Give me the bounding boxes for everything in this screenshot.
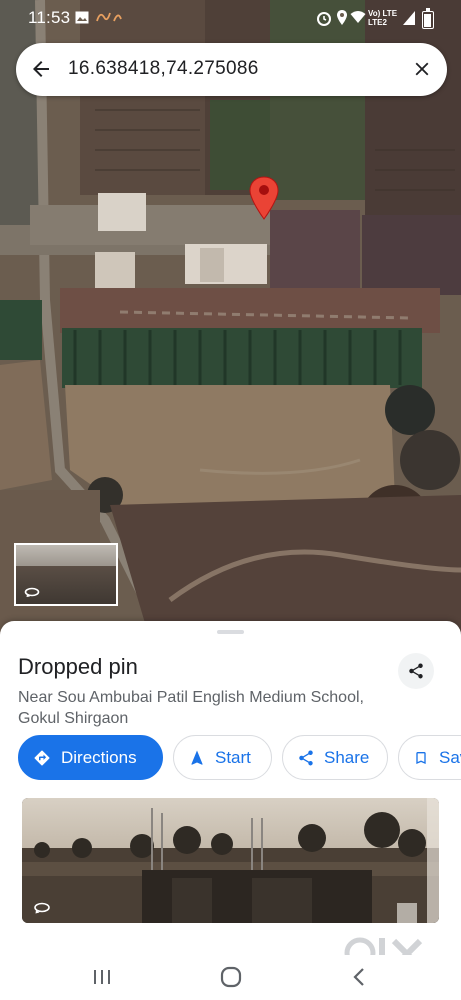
system-nav-bar xyxy=(0,955,461,1000)
place-title: Dropped pin xyxy=(18,654,138,679)
drag-handle[interactable] xyxy=(217,630,244,634)
search-bar[interactable]: 16.638418,74.275086 xyxy=(16,43,447,96)
status-time: 11:53 xyxy=(28,8,71,27)
share-label: Share xyxy=(324,748,370,767)
app-notification-icon xyxy=(96,12,122,22)
street-view-thumbnail[interactable] xyxy=(14,543,118,606)
wifi-icon xyxy=(350,11,366,23)
bookmark-icon xyxy=(416,752,426,764)
thumbnail-sky xyxy=(16,545,116,567)
action-chips: Directions Start Share Save xyxy=(18,735,461,781)
home-icon[interactable] xyxy=(218,964,244,990)
share-icon-button[interactable] xyxy=(398,653,434,689)
search-query[interactable]: 16.638418,74.275086 xyxy=(68,58,259,80)
place-bottom-sheet[interactable]: Dropped pin Near Sou Ambubai Patil Engli… xyxy=(0,621,461,1000)
save-label: Save xyxy=(439,748,461,767)
gallery-icon xyxy=(75,11,89,24)
network-line-1: Vo) LTE xyxy=(368,9,398,18)
place-photo[interactable] xyxy=(22,798,439,923)
location-icon xyxy=(337,10,347,25)
360-rotate-icon xyxy=(24,587,40,597)
arrow-back-icon[interactable] xyxy=(29,57,53,81)
signal-icon xyxy=(403,11,415,25)
place-photo-image xyxy=(22,798,439,923)
map-pin-icon[interactable] xyxy=(246,175,282,221)
network-line-2: LTE2 xyxy=(368,18,387,27)
directions-label: Directions xyxy=(61,748,137,767)
share-button[interactable]: Share xyxy=(282,735,388,780)
start-button[interactable]: Start xyxy=(173,735,272,780)
navigation-arrow-icon xyxy=(191,750,203,765)
alarm-icon xyxy=(317,12,331,26)
status-bar: 11:53 Vo) LTE LTE2 xyxy=(0,0,461,36)
place-address: Near Sou Ambubai Patil English Medium Sc… xyxy=(18,689,364,727)
close-icon[interactable] xyxy=(411,58,433,80)
battery-icon xyxy=(422,8,434,29)
share-icon xyxy=(409,663,423,679)
save-button[interactable]: Save xyxy=(398,735,461,780)
360-rotate-icon xyxy=(34,902,50,914)
share-icon xyxy=(299,750,313,766)
start-label: Start xyxy=(215,748,251,767)
back-icon[interactable] xyxy=(347,964,373,990)
recent-apps-icon[interactable] xyxy=(89,964,115,990)
directions-button[interactable]: Directions xyxy=(18,735,163,780)
network-label: Vo) LTE LTE2 xyxy=(368,9,397,27)
directions-icon xyxy=(34,750,50,766)
